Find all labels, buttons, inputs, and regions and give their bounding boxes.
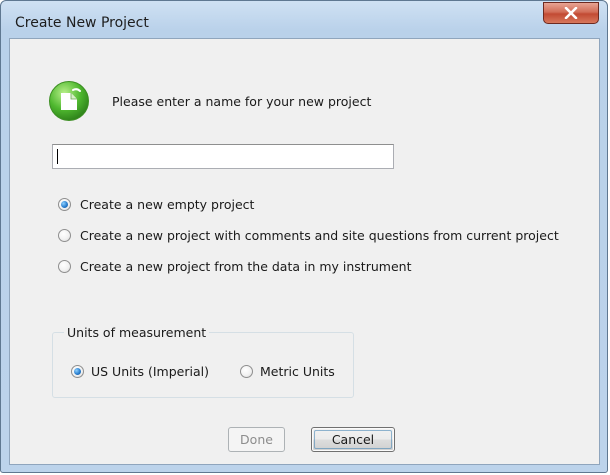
new-project-icon: [49, 81, 89, 121]
option-label: Metric Units: [260, 364, 335, 379]
dialog-content: Please enter a name for your new project…: [9, 38, 600, 465]
option-label: US Units (Imperial): [91, 364, 209, 379]
close-x-icon: [564, 7, 578, 19]
title-bar[interactable]: Create New Project: [1, 1, 607, 37]
radio-metric-units[interactable]: [240, 365, 253, 378]
units-group-legend: Units of measurement: [64, 325, 210, 340]
option-metric-units[interactable]: Metric Units: [240, 364, 335, 379]
cancel-button[interactable]: Cancel: [311, 427, 395, 452]
window-title: Create New Project: [15, 15, 149, 31]
option-empty-project[interactable]: Create a new empty project: [58, 197, 254, 212]
option-label: Create a new project from the data in my…: [80, 259, 412, 274]
option-label: Create a new empty project: [80, 197, 255, 212]
text-caret: [57, 149, 58, 164]
prompt-text: Please enter a name for your new project: [112, 94, 372, 109]
create-project-dialog: Create New Project Please enter a name f…: [0, 0, 608, 473]
option-us-units[interactable]: US Units (Imperial): [71, 364, 209, 379]
radio-copy-comments-project[interactable]: [58, 229, 71, 242]
option-instrument-project[interactable]: Create a new project from the data in my…: [58, 259, 411, 274]
radio-empty-project[interactable]: [58, 198, 71, 211]
project-name-input[interactable]: [52, 144, 394, 169]
option-label: Create a new project with comments and s…: [80, 228, 559, 243]
radio-instrument-project[interactable]: [58, 260, 71, 273]
option-copy-comments-project[interactable]: Create a new project with comments and s…: [58, 228, 559, 243]
radio-us-units[interactable]: [71, 365, 84, 378]
close-button[interactable]: [543, 2, 599, 24]
done-button[interactable]: Done: [228, 427, 285, 452]
